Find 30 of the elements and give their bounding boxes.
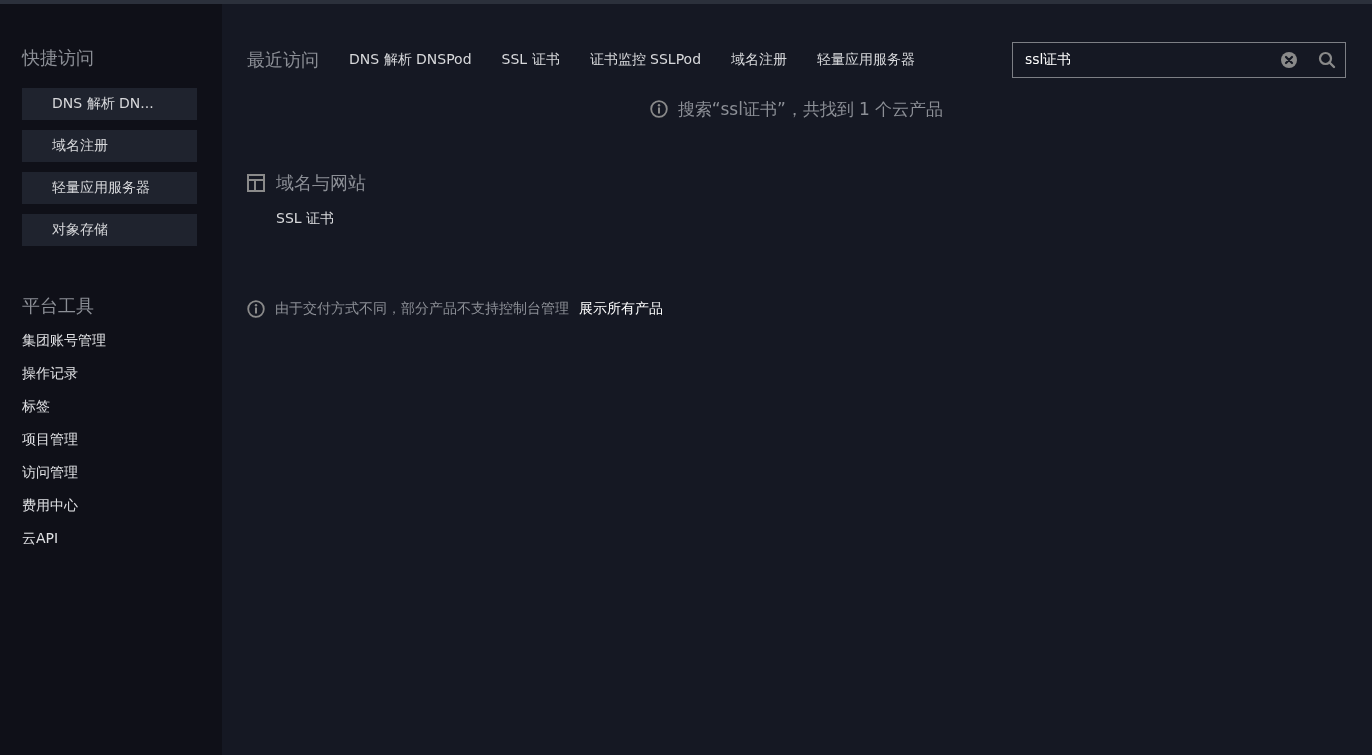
tool-link[interactable]: 操作记录 (22, 365, 78, 385)
tool-link[interactable]: 项目管理 (22, 431, 78, 451)
quick-access-button[interactable]: 域名注册 (22, 130, 197, 162)
quick-access-button[interactable]: 轻量应用服务器 (22, 172, 197, 204)
section-title: 快捷访问 (22, 46, 94, 70)
tool-link[interactable]: 集团账号管理 (22, 332, 106, 352)
recent-title: 最近访问 (247, 48, 319, 72)
tool-link[interactable]: 费用中心 (22, 497, 78, 517)
quick-access-button[interactable]: DNS 解析 DN... (22, 88, 197, 120)
section-title: 平台工具 (22, 294, 94, 318)
search-icon[interactable] (1318, 51, 1336, 69)
search-field[interactable]: ssl证书 (1012, 42, 1346, 78)
tool-link[interactable]: 访问管理 (22, 464, 78, 484)
category-title: 域名与网站 (276, 171, 366, 195)
recent-link[interactable]: 轻量应用服务器 (817, 51, 916, 69)
quick-access-button[interactable]: 对象存储 (22, 214, 197, 246)
info-icon (649, 100, 668, 118)
tool-link[interactable]: 云API (22, 530, 59, 550)
recent-link[interactable]: 证书监控 SSLPod (589, 51, 702, 69)
recent-link[interactable]: SSL 证书 (501, 51, 560, 69)
product-link[interactable]: SSL 证书 (276, 210, 335, 228)
layout-icon (247, 174, 265, 192)
recent-link[interactable]: DNS 解析 DNSPod (349, 51, 472, 69)
notice-text: 由于交付方式不同，部分产品不支持控制台管理 (275, 300, 569, 318)
tool-link[interactable]: 标签 (22, 398, 50, 418)
result-message: 搜索“ssl证书”，共找到 1 个云产品 (677, 97, 944, 121)
clear-icon[interactable] (1280, 51, 1298, 69)
show-all-products-link[interactable]: 展示所有产品 (579, 300, 663, 318)
info-icon (247, 300, 265, 318)
recent-link[interactable]: 域名注册 (731, 51, 788, 69)
